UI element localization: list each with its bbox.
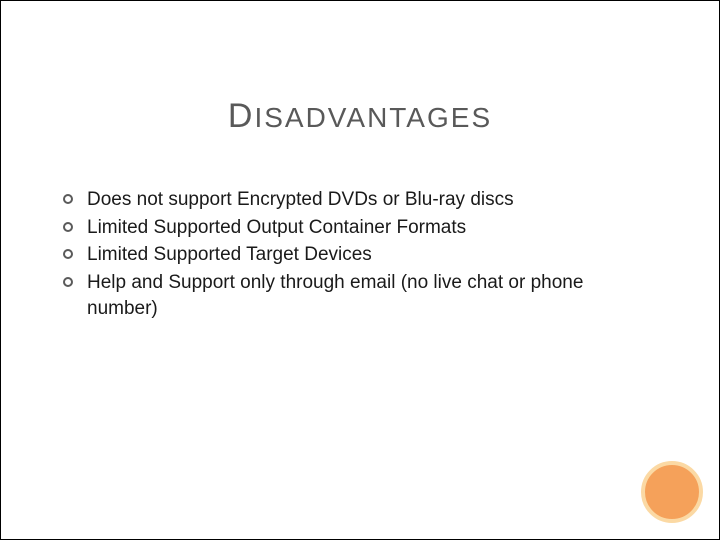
bullet-list: Does not support Encrypted DVDs or Blu-r… bbox=[63, 187, 639, 323]
list-item: Help and Support only through email (no … bbox=[63, 270, 639, 321]
bullet-text: Limited Supported Target Devices bbox=[87, 242, 372, 268]
bullet-icon bbox=[63, 222, 73, 232]
bullet-text: Limited Supported Output Container Forma… bbox=[87, 215, 466, 241]
slide-title: DISADVANTAGES bbox=[1, 97, 719, 136]
bullet-icon bbox=[63, 249, 73, 259]
bullet-icon bbox=[63, 277, 73, 287]
bullet-text: Help and Support only through email (no … bbox=[87, 270, 639, 321]
bullet-text: Does not support Encrypted DVDs or Blu-r… bbox=[87, 187, 514, 213]
list-item: Limited Supported Output Container Forma… bbox=[63, 215, 639, 241]
decorative-circle-icon bbox=[641, 461, 703, 523]
slide: DISADVANTAGES Does not support Encrypted… bbox=[0, 0, 720, 540]
title-first-letter: D bbox=[228, 97, 255, 135]
title-rest: ISADVANTAGES bbox=[254, 102, 492, 133]
list-item: Does not support Encrypted DVDs or Blu-r… bbox=[63, 187, 639, 213]
list-item: Limited Supported Target Devices bbox=[63, 242, 639, 268]
bullet-icon bbox=[63, 194, 73, 204]
